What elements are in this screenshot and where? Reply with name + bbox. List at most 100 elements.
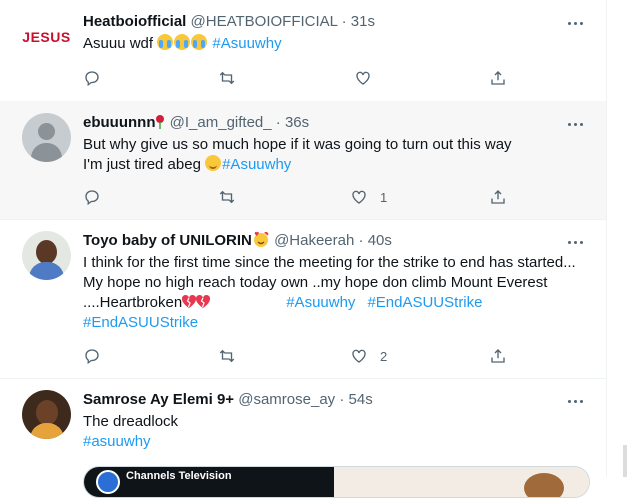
hashtag-link[interactable]: #Asuuwhy bbox=[212, 35, 281, 52]
share-icon bbox=[491, 349, 505, 363]
tweet-header: Toyo baby of UNILORIN @Hakeerah · 40s bbox=[83, 231, 586, 251]
right-gutter bbox=[607, 0, 628, 477]
retweet-button[interactable] bbox=[218, 68, 236, 88]
default-avatar-head bbox=[38, 123, 55, 140]
share-button[interactable] bbox=[489, 68, 507, 88]
reply-icon bbox=[85, 190, 99, 206]
reply-icon bbox=[85, 349, 99, 365]
tweet-header: ebuuunnn @I_am_gifted_ · 36s bbox=[83, 113, 586, 133]
media-video-panel: Channels Television bbox=[84, 467, 334, 497]
tweet[interactable]: JESUS Heatboiofficial @HEATBOIOFFICIAL ·… bbox=[0, 0, 606, 102]
separator-dot: · bbox=[358, 232, 364, 249]
more-options-button[interactable] bbox=[566, 114, 586, 134]
tweet-text-line: But why give us so much hope if it was g… bbox=[83, 136, 512, 153]
reply-icon bbox=[85, 71, 99, 87]
avatar[interactable]: JESUS bbox=[22, 12, 71, 61]
tweet-text-line: ....Heartbroken bbox=[83, 294, 183, 311]
tweet-text: But why give us so much hope if it was g… bbox=[83, 135, 586, 175]
crying-emoji-icon bbox=[191, 34, 208, 50]
scrollbar-thumb[interactable] bbox=[623, 445, 627, 477]
user-handle[interactable]: @samrose_ay bbox=[238, 391, 335, 408]
hashtag-link[interactable]: #EndASUUStrike bbox=[83, 314, 198, 331]
timestamp[interactable]: 40s bbox=[368, 232, 392, 249]
hashtag-link[interactable]: #asuuwhy bbox=[83, 433, 151, 450]
tweet-header: Samrose Ay Elemi 9+ @samrose_ay · 54s bbox=[83, 390, 586, 410]
channel-logo-icon bbox=[96, 470, 120, 494]
tweet-actions: 2 bbox=[83, 346, 513, 366]
display-name[interactable]: Toyo baby of UNILORIN bbox=[83, 232, 252, 249]
hashtag-link[interactable]: #EndASUUStrike bbox=[367, 294, 482, 311]
like-button[interactable]: 1 bbox=[350, 187, 387, 207]
channel-name: Channels Television bbox=[126, 470, 232, 482]
tweet-actions bbox=[83, 68, 513, 88]
retweet-icon bbox=[219, 71, 235, 85]
retweet-icon bbox=[219, 349, 235, 363]
like-icon bbox=[352, 190, 366, 204]
tweet-actions: 1 bbox=[83, 187, 513, 207]
reply-button[interactable] bbox=[83, 346, 101, 366]
tweet-text-content: Asuuu wdf bbox=[83, 35, 154, 52]
share-button[interactable] bbox=[489, 346, 507, 366]
user-handle[interactable]: @HEATBOIOFFICIAL bbox=[191, 13, 338, 30]
display-name[interactable]: Heatboiofficial bbox=[83, 13, 186, 30]
timestamp[interactable]: 54s bbox=[349, 391, 373, 408]
reply-button[interactable] bbox=[83, 68, 101, 88]
crying-emoji-icon bbox=[157, 34, 174, 50]
separator-dot: · bbox=[275, 114, 281, 131]
default-avatar-body bbox=[31, 143, 62, 162]
tweet[interactable]: ebuuunnn @I_am_gifted_ · 36s But why giv… bbox=[0, 101, 606, 220]
broken-heart-emoji-icon bbox=[182, 295, 197, 308]
tweet-text: I think for the first time since the mee… bbox=[83, 253, 586, 333]
user-handle[interactable]: @I_am_gifted_ bbox=[170, 114, 272, 131]
tweet-text-line: My hope no high reach today own ..my hop… bbox=[83, 274, 548, 291]
crying-emoji-icon bbox=[174, 34, 191, 50]
timestamp[interactable]: 31s bbox=[351, 13, 375, 30]
relieved-face-emoji-icon bbox=[205, 155, 222, 171]
display-name[interactable]: Samrose Ay Elemi 9+ bbox=[83, 391, 234, 408]
like-button[interactable] bbox=[354, 68, 372, 88]
avatar-photo-body bbox=[29, 262, 64, 280]
share-button[interactable] bbox=[489, 187, 507, 207]
tweet-header: Heatboiofficial @HEATBOIOFFICIAL · 31s bbox=[83, 12, 586, 32]
reply-button[interactable] bbox=[83, 187, 101, 207]
avatar-logo-text: JESUS bbox=[22, 29, 71, 45]
retweet-icon bbox=[219, 190, 235, 204]
timeline-feed: JESUS Heatboiofficial @HEATBOIOFFICIAL ·… bbox=[0, 0, 607, 498]
tweet-text-line: I'm just tired abeg bbox=[83, 156, 201, 173]
hashtag-link[interactable]: #Asuuwhy bbox=[286, 294, 355, 311]
separator-dot: · bbox=[341, 13, 347, 30]
display-name[interactable]: ebuuunnn bbox=[83, 114, 155, 131]
media-image-panel bbox=[334, 467, 589, 497]
share-icon bbox=[491, 71, 505, 85]
retweet-button[interactable] bbox=[218, 187, 236, 207]
separator-dot: · bbox=[339, 391, 345, 408]
like-button[interactable]: 2 bbox=[350, 346, 387, 366]
tweet-text: Asuuu wdf #Asuuwhy bbox=[83, 34, 586, 54]
tweet-text-line: The dreadlock bbox=[83, 413, 179, 430]
avatar[interactable] bbox=[22, 231, 71, 280]
rose-emoji-icon bbox=[156, 115, 165, 129]
more-options-button[interactable] bbox=[566, 232, 586, 252]
like-count: 1 bbox=[380, 189, 388, 205]
like-count: 2 bbox=[380, 348, 388, 364]
retweet-button[interactable] bbox=[218, 346, 236, 366]
avatar-photo-body bbox=[30, 423, 64, 439]
share-icon bbox=[491, 190, 505, 204]
more-options-button[interactable] bbox=[566, 391, 586, 411]
avatar-photo-face bbox=[36, 400, 58, 425]
broken-heart-emoji-icon bbox=[196, 295, 211, 308]
smiling-face-with-hearts-emoji-icon bbox=[253, 231, 269, 247]
embedded-media-card[interactable]: Channels Television bbox=[83, 466, 590, 498]
timestamp[interactable]: 36s bbox=[285, 114, 309, 131]
avatar-photo-face bbox=[36, 240, 57, 264]
tweet[interactable]: Samrose Ay Elemi 9+ @samrose_ay · 54s Th… bbox=[0, 378, 606, 477]
tweet[interactable]: Toyo baby of UNILORIN @Hakeerah · 40s I … bbox=[0, 219, 606, 379]
avatar[interactable] bbox=[22, 390, 71, 439]
like-icon bbox=[352, 349, 366, 363]
avatar[interactable] bbox=[22, 113, 71, 162]
more-options-button[interactable] bbox=[566, 13, 586, 33]
user-handle[interactable]: @Hakeerah bbox=[274, 232, 354, 249]
like-icon bbox=[356, 71, 370, 85]
tweet-text-line: I think for the first time since the mee… bbox=[83, 254, 576, 271]
hashtag-link[interactable]: #Asuuwhy bbox=[222, 156, 291, 173]
